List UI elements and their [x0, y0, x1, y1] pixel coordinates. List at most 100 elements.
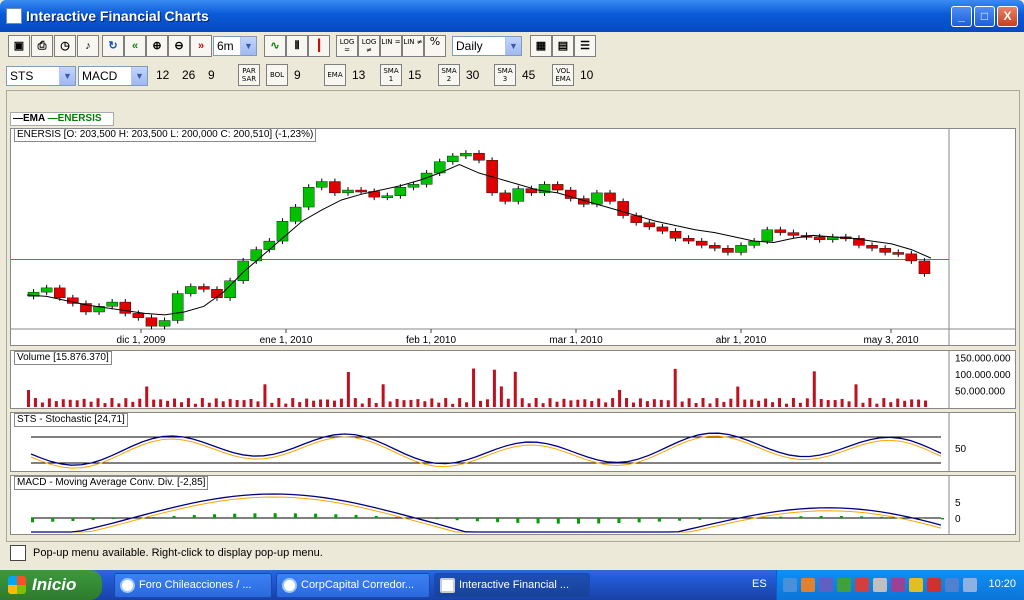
par-sar-button[interactable]: PAR SAR	[238, 64, 260, 86]
volume-bar	[152, 399, 156, 407]
macd-signal-param[interactable]: 9	[208, 68, 215, 82]
candlestick-icon[interactable]: ┃	[308, 35, 330, 57]
sma2-value[interactable]: 30	[466, 68, 479, 82]
tray-icon[interactable]	[837, 578, 851, 592]
volume-bar	[840, 399, 844, 407]
tray-icon[interactable]	[873, 578, 887, 592]
macd-histogram-bar	[678, 518, 682, 521]
time-tick-label: dic 1, 2009	[117, 335, 166, 345]
ie-icon	[120, 578, 135, 593]
log-equal-button[interactable]: LOG =	[336, 35, 358, 57]
candle	[198, 286, 210, 290]
save-icon[interactable]: ▣	[8, 35, 30, 57]
price-panel[interactable]: 240,000230,000220,000210,000200,000190,0…	[10, 128, 1016, 346]
candle	[185, 286, 197, 294]
percent-button[interactable]: %	[424, 35, 446, 57]
lin-equal-button[interactable]: LIN =	[380, 35, 402, 57]
sma1-value[interactable]: 15	[408, 68, 421, 82]
start-button[interactable]: Inicio	[0, 570, 102, 600]
tray-icon[interactable]	[855, 578, 869, 592]
volume-bar	[604, 402, 608, 407]
tray-icon[interactable]	[783, 578, 797, 592]
zoom-out-icon[interactable]: ⊖	[168, 35, 190, 57]
ema-button[interactable]: EMA	[324, 64, 346, 86]
vol-ema-value[interactable]: 10	[580, 68, 593, 82]
bollinger-button[interactable]: BOL	[266, 64, 288, 86]
shield-icon[interactable]	[909, 578, 923, 592]
color-scheme-icon[interactable]: ▦	[530, 35, 552, 57]
symbol-select[interactable]: STS ▼	[6, 66, 76, 86]
sma1-button[interactable]: SMA 1	[380, 64, 402, 86]
vol-ema-button[interactable]: VOL EMA	[552, 64, 574, 86]
volume-bar	[784, 403, 788, 407]
log-unequal-button[interactable]: LOG ≠	[358, 35, 380, 57]
macd-slow-param[interactable]: 26	[182, 68, 195, 82]
volume-bar	[339, 398, 343, 407]
popup-menu-icon[interactable]	[10, 545, 26, 561]
lin-unequal-button[interactable]: LIN ≠	[402, 35, 424, 57]
legend-ema: —EMA	[13, 113, 45, 124]
volume-bar	[826, 400, 830, 407]
candle	[460, 152, 472, 157]
volume-bar	[506, 398, 510, 407]
volume-bar	[583, 399, 587, 407]
task-interactive-financial[interactable]: Interactive Financial ...	[434, 573, 590, 598]
macd-histogram-bar	[941, 518, 944, 520]
minimize-button[interactable]: _	[951, 6, 972, 27]
stoch-tick-label: 50	[955, 444, 967, 455]
sound-icon[interactable]: ♪	[77, 35, 99, 57]
scroll-left-icon[interactable]: «	[124, 35, 146, 57]
volume-tick-label: 150.000.000	[955, 354, 1011, 365]
macd-histogram-bar	[71, 518, 75, 521]
zoom-in-icon[interactable]: ⊕	[146, 35, 168, 57]
stochastic-panel[interactable]: 50	[10, 412, 1016, 472]
candle	[591, 192, 603, 205]
java-app-icon	[440, 578, 455, 593]
price-chart: 240,000230,000220,000210,000200,000190,0…	[11, 129, 1015, 345]
interval-select[interactable]: Daily ▼	[452, 36, 522, 56]
language-indicator[interactable]: ES	[752, 578, 767, 590]
task-corpcapital[interactable]: CorpCapital Corredor...	[276, 573, 430, 598]
volume-bar	[631, 402, 635, 407]
maximize-button[interactable]: □	[974, 6, 995, 27]
bollinger-value[interactable]: 9	[294, 68, 301, 82]
indicator-select[interactable]: MACD ▼	[78, 66, 148, 86]
macd-histogram-bar	[556, 518, 560, 524]
data-table-icon[interactable]: ☰	[574, 35, 596, 57]
volume-bar	[798, 402, 802, 407]
volume-bar	[465, 402, 469, 407]
tray-icon[interactable]	[801, 578, 815, 592]
volume-bar	[75, 400, 79, 407]
sma3-button[interactable]: SMA 3	[494, 64, 516, 86]
period-select[interactable]: 6m ▼	[213, 36, 257, 56]
volume-panel[interactable]: 150.000.000 100.000.000 50.000.000	[10, 350, 1016, 409]
tray-icon[interactable]	[819, 578, 833, 592]
stochastic-panel-label: STS - Stochastic [24,71]	[14, 413, 128, 427]
scroll-right-icon[interactable]: »	[190, 35, 212, 57]
candle	[316, 181, 328, 188]
volume-bar	[680, 401, 684, 407]
tray-icon[interactable]	[945, 578, 959, 592]
macd-fast-param[interactable]: 12	[156, 68, 169, 82]
tray-icon[interactable]	[927, 578, 941, 592]
bar-chart-icon[interactable]: ⫴	[286, 35, 308, 57]
chart-window-icon[interactable]: ▤	[552, 35, 574, 57]
print-icon[interactable]: ⎙	[31, 35, 53, 57]
volume-bar	[451, 403, 455, 407]
volume-bar	[868, 398, 872, 407]
ema-value[interactable]: 13	[352, 68, 365, 82]
line-chart-icon[interactable]: ∿	[264, 35, 286, 57]
sma2-button[interactable]: SMA 2	[438, 64, 460, 86]
task-foro-chileacciones[interactable]: Foro Chileacciones / ...	[114, 573, 272, 598]
close-button[interactable]: X	[997, 6, 1018, 27]
sma3-value[interactable]: 45	[522, 68, 535, 82]
macd-histogram-bar	[192, 515, 196, 518]
refresh-icon[interactable]: ↻	[102, 35, 124, 57]
tray-icon[interactable]	[891, 578, 905, 592]
volume-bar	[409, 399, 413, 407]
volume-bar	[597, 398, 601, 407]
timer-icon[interactable]: ◷	[54, 35, 76, 57]
volume-bar	[402, 400, 406, 407]
volume-bar	[381, 384, 385, 407]
volume-icon[interactable]	[963, 578, 977, 592]
